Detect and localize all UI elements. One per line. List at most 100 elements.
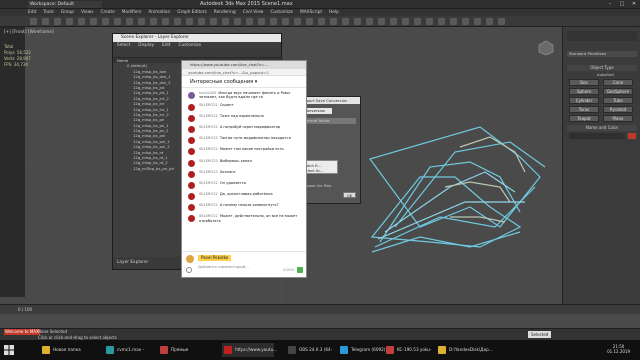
chat-username[interactable]: SKLERO22 bbox=[199, 214, 218, 218]
menu-help[interactable]: Help bbox=[329, 9, 339, 16]
se-menu-edit[interactable]: Edit bbox=[162, 42, 170, 49]
clock[interactable]: 21:50 01.12.2019 bbox=[607, 344, 630, 354]
menu-edit[interactable]: Edit bbox=[28, 9, 36, 16]
chat-username[interactable]: SKLERO22 bbox=[199, 170, 218, 174]
menu-modifiers[interactable]: Modifiers bbox=[122, 9, 142, 16]
sphere-button[interactable]: Sphere bbox=[569, 88, 599, 95]
chat-username[interactable]: SKLERO22 bbox=[199, 136, 218, 140]
selection-mode-dropdown[interactable]: Selected bbox=[528, 331, 552, 338]
toolbar-tool-icon[interactable] bbox=[498, 18, 505, 25]
chat-username[interactable]: SKLERO22 bbox=[199, 114, 218, 118]
autogrid-checkbox[interactable]: AutoGrid bbox=[597, 72, 614, 77]
toolbar-tool-icon[interactable] bbox=[402, 18, 409, 25]
toolbar-tool-icon[interactable] bbox=[450, 18, 457, 25]
menu-rendering[interactable]: Rendering bbox=[214, 9, 236, 16]
toolbar-tool-icon[interactable] bbox=[330, 18, 337, 25]
primitives-dropdown[interactable]: Standard Primitives bbox=[567, 51, 637, 57]
send-icon[interactable] bbox=[297, 267, 303, 273]
se-menu-customize[interactable]: Customize bbox=[178, 42, 201, 49]
toolbar-tool-icon[interactable] bbox=[234, 18, 241, 25]
windows-start-icon[interactable] bbox=[4, 345, 14, 355]
wireframe-model[interactable] bbox=[369, 126, 546, 253]
chat-username[interactable]: SKLERO22 bbox=[199, 125, 218, 129]
se-menu-display[interactable]: Display bbox=[138, 42, 154, 49]
menu-create[interactable]: Create bbox=[100, 9, 114, 16]
chat-username[interactable]: SKLERO22 bbox=[199, 203, 218, 207]
menu-animation[interactable]: Animation bbox=[148, 9, 170, 16]
tube-button[interactable]: Tube bbox=[603, 97, 633, 104]
menu-views[interactable]: Views bbox=[81, 9, 93, 16]
toolbar-tool-icon[interactable] bbox=[306, 18, 313, 25]
torus-button[interactable]: Torus bbox=[569, 106, 599, 113]
command-panel-tabs[interactable] bbox=[567, 31, 637, 41]
emoji-icon[interactable] bbox=[186, 267, 192, 273]
object-type-rollout[interactable]: Object Type bbox=[567, 65, 637, 71]
chat-username[interactable]: Ivnick329 bbox=[199, 91, 216, 95]
ok-button[interactable]: OK bbox=[343, 192, 356, 198]
maximize-button[interactable]: □ bbox=[616, 0, 628, 8]
chat-mode-dropdown[interactable]: Интересные сообщения ▾ bbox=[182, 76, 306, 88]
menu-civil-view[interactable]: Civil View bbox=[243, 9, 264, 16]
object-color-swatch[interactable] bbox=[628, 133, 636, 139]
menu-group[interactable]: Group bbox=[61, 9, 74, 16]
menu-customize[interactable]: Customize bbox=[270, 9, 293, 16]
chat-message-list[interactable]: Ivnick329 Иногда звук начинает фонить и P… bbox=[182, 89, 306, 257]
chat-username[interactable]: SKLERO22 bbox=[199, 181, 218, 185]
pyramid-button[interactable]: Pyramid bbox=[603, 106, 633, 113]
toolbar-tool-icon[interactable] bbox=[438, 18, 445, 25]
workspace-selector[interactable]: Workspace: Default bbox=[28, 1, 102, 8]
chat-url-bar[interactable]: youtube.com/live_chat?v=...&is_popout=1 bbox=[182, 69, 306, 76]
taskbar-app[interactable]: Telegram (6092) bbox=[338, 343, 390, 357]
taskbar-app[interactable]: cvmc1.max - Auto... bbox=[104, 343, 156, 357]
close-button[interactable]: ✕ bbox=[628, 0, 640, 8]
name-color-rollout[interactable]: Name and Color bbox=[567, 125, 637, 131]
welcome-label[interactable]: Welcome to MAX bbox=[4, 329, 40, 335]
chat-input[interactable]: Добавить комментарий... bbox=[198, 264, 249, 269]
object-name-field[interactable] bbox=[569, 133, 625, 139]
taskbar-app[interactable]: D:\YandexDisk\Дер... bbox=[436, 343, 493, 357]
se-menu-select[interactable]: Select bbox=[117, 42, 130, 49]
toolbar-tool-icon[interactable] bbox=[210, 18, 217, 25]
track-bar[interactable] bbox=[0, 314, 640, 328]
toolbar-tool-icon[interactable] bbox=[138, 18, 145, 25]
toolbar-tool-icon[interactable] bbox=[30, 18, 37, 25]
minimize-button[interactable]: – bbox=[604, 0, 616, 8]
scene-explorer-toolbar[interactable] bbox=[113, 49, 281, 58]
taskbar-app[interactable]: OBS 24.0.3 (64-bit,... bbox=[286, 343, 338, 357]
cone-button[interactable]: Cone bbox=[603, 79, 633, 86]
toolbar-tool-icon[interactable] bbox=[246, 18, 253, 25]
toolbar-tool-icon[interactable] bbox=[426, 18, 433, 25]
chat-username[interactable]: SKLERO22 bbox=[199, 103, 218, 107]
chat-username[interactable]: SKLERO22 bbox=[199, 192, 218, 196]
toolbar-tool-icon[interactable] bbox=[294, 18, 301, 25]
toolbar-tool-icon[interactable] bbox=[174, 18, 181, 25]
teapot-button[interactable]: Teapot bbox=[569, 115, 599, 122]
geosphere-button[interactable]: GeoSphere bbox=[603, 88, 633, 95]
toolbar-tool-icon[interactable] bbox=[258, 18, 265, 25]
chat-username[interactable]: SKLERO22 bbox=[199, 147, 218, 151]
viewcube-icon[interactable] bbox=[538, 40, 554, 56]
format-folder-field[interactable]: Format folder bbox=[302, 118, 356, 124]
menu-graph-editors[interactable]: Graph Editors bbox=[177, 9, 207, 16]
chat-username[interactable]: SKLERO22 bbox=[199, 159, 218, 163]
menu-tools[interactable]: Tools bbox=[43, 9, 54, 16]
toolbar-tool-icon[interactable] bbox=[414, 18, 421, 25]
toolbar-tool-icon[interactable] bbox=[54, 18, 61, 25]
toolbar-tool-icon[interactable] bbox=[66, 18, 73, 25]
toolbar-tool-icon[interactable] bbox=[378, 18, 385, 25]
toolbar-tool-icon[interactable] bbox=[126, 18, 133, 25]
toolbar-tool-icon[interactable] bbox=[366, 18, 373, 25]
toolbar-tool-icon[interactable] bbox=[270, 18, 277, 25]
taskbar-app[interactable]: KC-190.53 yoku-ic... bbox=[384, 343, 436, 357]
toolbar-tool-icon[interactable] bbox=[186, 18, 193, 25]
cylinder-button[interactable]: Cylinder bbox=[569, 97, 599, 104]
taskbar-app[interactable]: Новая папка bbox=[40, 343, 92, 357]
toolbar-tool-icon[interactable] bbox=[282, 18, 289, 25]
taskbar-app[interactable]: https://www.youtu... bbox=[222, 343, 277, 357]
toolbar-tool-icon[interactable] bbox=[162, 18, 169, 25]
box-button[interactable]: Box bbox=[569, 79, 599, 86]
toolbar-tool-icon[interactable] bbox=[354, 18, 361, 25]
toolbar-tool-icon[interactable] bbox=[474, 18, 481, 25]
toolbar-tool-icon[interactable] bbox=[486, 18, 493, 25]
toolbar-tool-icon[interactable] bbox=[102, 18, 109, 25]
